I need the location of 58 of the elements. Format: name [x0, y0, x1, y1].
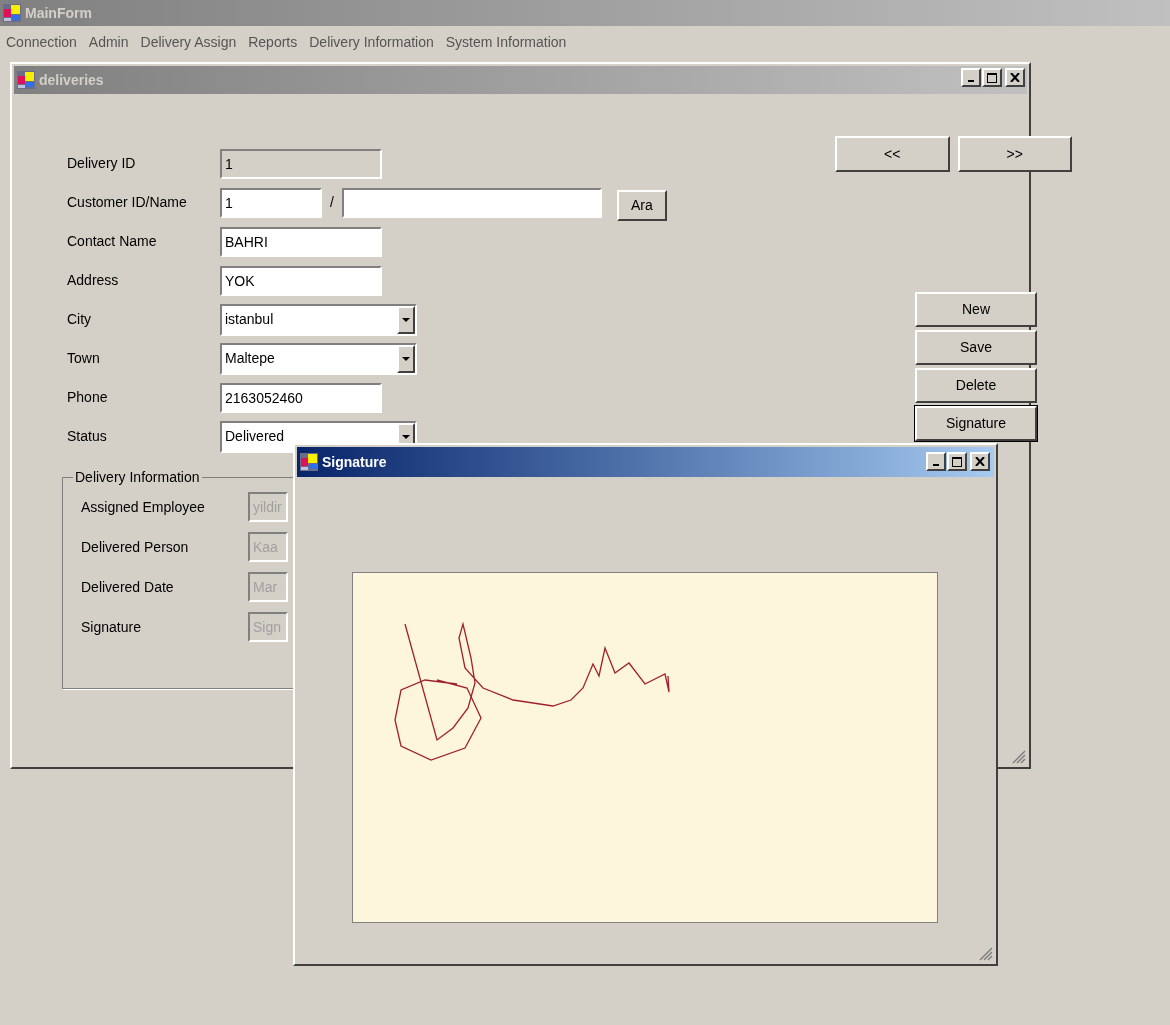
action-button[interactable]: New [915, 292, 1037, 327]
dropdown-arrow-icon [402, 356, 410, 361]
maximize-icon [952, 456, 962, 467]
dropdown-arrow-icon [402, 317, 410, 322]
window-title: Signature [322, 452, 387, 472]
maximize-button[interactable] [982, 68, 1002, 87]
field-label: Customer ID/Name [67, 193, 188, 212]
menu-item[interactable]: Delivery Information [309, 31, 434, 53]
nav-button[interactable]: << [835, 136, 950, 172]
action-button[interactable]: Save [915, 330, 1037, 365]
dropdown-arrow-icon [402, 434, 410, 439]
menu-item[interactable]: Reports [248, 31, 298, 53]
nav-button[interactable]: >> [957, 136, 1072, 172]
field-label: Contact Name [67, 232, 158, 251]
field-label: Signature [81, 617, 142, 637]
minimize-icon [933, 463, 939, 466]
group-title: Delivery Information [74, 468, 201, 487]
text-field[interactable]: 1 [220, 148, 382, 179]
field-label: Delivered Date [81, 577, 175, 597]
search-button[interactable]: Ara [616, 190, 667, 221]
dropdown[interactable]: Maltepe [220, 342, 417, 375]
action-button[interactable]: Signature [915, 406, 1037, 441]
window-title: deliveries [39, 70, 104, 90]
app-icon [300, 453, 318, 471]
minimize-button[interactable] [961, 68, 981, 87]
menu-item[interactable]: Connection [6, 31, 77, 53]
separator-text: / [330, 193, 334, 212]
field-label: Delivery ID [67, 154, 137, 173]
text-field[interactable]: YOK [220, 265, 382, 296]
field-label: Phone [67, 388, 109, 407]
close-icon [1010, 73, 1020, 82]
minimize-icon [968, 79, 974, 82]
text-field[interactable]: 2163052460 [220, 382, 382, 413]
app-icon [3, 4, 21, 22]
field-label: Delivered Person [81, 537, 190, 557]
maximize-button[interactable] [947, 452, 967, 471]
text-field[interactable]: 1 [220, 187, 322, 218]
close-button[interactable] [970, 452, 990, 471]
resize-grip-icon [979, 947, 993, 961]
text-field[interactable] [341, 187, 602, 218]
field-label: City [67, 310, 93, 329]
minimize-button[interactable] [926, 452, 946, 471]
menu-item[interactable]: System Information [445, 31, 567, 53]
action-button[interactable]: Delete [915, 368, 1037, 403]
resize-grip-icon [1012, 750, 1026, 764]
field-label: Assigned Employee [81, 497, 206, 517]
close-icon [975, 457, 985, 466]
maximize-icon [987, 72, 997, 83]
menu-item[interactable]: Admin [88, 31, 129, 53]
window-title: MainForm [25, 3, 92, 23]
field-label: Address [67, 271, 120, 290]
text-field[interactable]: BAHRI [220, 226, 382, 257]
menu-item[interactable]: Delivery Assign [140, 31, 237, 53]
field-label: Town [67, 349, 101, 368]
field-label: Status [67, 427, 108, 446]
dropdown[interactable]: istanbul [220, 303, 417, 336]
close-button[interactable] [1005, 68, 1025, 87]
app-icon [17, 71, 35, 89]
